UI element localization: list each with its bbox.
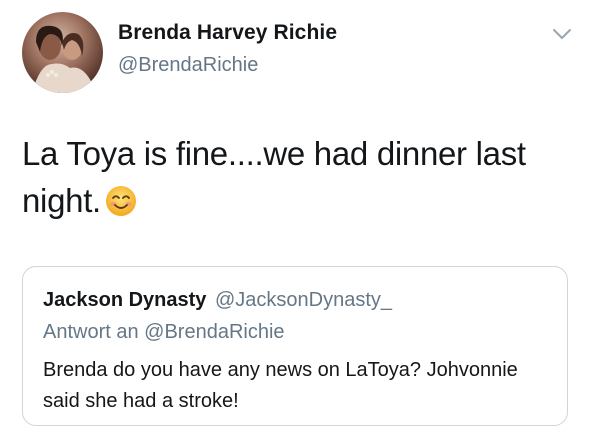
tweet-menu-button[interactable] [551,26,573,42]
tweet-text-content: La Toya is fine....we had dinner last ni… [22,135,526,219]
tweet-text: La Toya is fine....we had dinner last ni… [22,130,562,224]
smiling-face-icon [105,182,137,216]
quoted-reply-context: Antwort an @BrendaRichie [43,321,285,343]
quoted-tweet-text: Brenda do you have any news on LaToya? J… [43,359,518,412]
quoted-tweet[interactable]: Jackson Dynasty @JacksonDynasty_ Antwort… [22,266,568,426]
author-display-name[interactable]: Brenda Harvey Richie [118,20,337,46]
avatar-image [32,25,96,93]
author-handle[interactable]: @BrendaRichie [118,52,337,78]
chevron-down-icon [553,29,571,39]
quoted-handle[interactable]: @JacksonDynasty_ [215,289,392,311]
quoted-display-name[interactable]: Jackson Dynasty [43,289,206,311]
author: Brenda Harvey Richie @BrendaRichie [118,20,337,78]
avatar[interactable] [22,12,103,93]
tweet: Brenda Harvey Richie @BrendaRichie La To… [0,0,593,439]
quoted-tweet-header: Jackson Dynasty @JacksonDynasty_ [43,287,392,313]
